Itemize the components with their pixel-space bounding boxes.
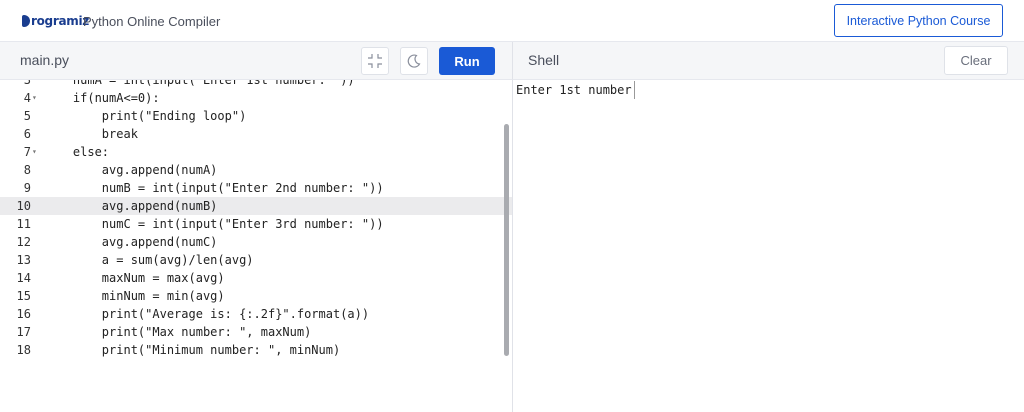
editor-toolbar: main.py Run xyxy=(0,42,512,80)
dark-mode-moon-icon xyxy=(407,54,421,68)
code-line[interactable]: 13 a = sum(avg)/len(avg) xyxy=(0,251,512,269)
line-number: 18 xyxy=(16,343,31,357)
code-text: numC = int(input("Enter 3rd number: ")) xyxy=(44,217,384,231)
code-line[interactable]: 8 avg.append(numA) xyxy=(0,161,512,179)
fullscreen-exit-icon xyxy=(368,54,382,68)
shell-output-panel[interactable]: Enter 1st number xyxy=(512,80,1024,412)
line-number: 5 xyxy=(23,109,31,123)
code-text: minNum = min(avg) xyxy=(44,289,225,303)
code-line[interactable]: 10 avg.append(numB) xyxy=(0,197,512,215)
code-line[interactable]: 6 break xyxy=(0,125,512,143)
line-number: 3 xyxy=(23,80,31,87)
code-text: print("Minimum number: ", minNum) xyxy=(44,343,341,357)
code-line[interactable]: 18 print("Minimum number: ", minNum) xyxy=(0,341,512,359)
code-text: maxNum = max(avg) xyxy=(44,271,225,285)
code-text: avg.append(numA) xyxy=(44,163,218,177)
code-text: avg.append(numB) xyxy=(44,199,218,213)
line-number: 9 xyxy=(23,181,31,195)
code-line[interactable]: 14 maxNum = max(avg) xyxy=(0,269,512,287)
code-text: print("Ending loop") xyxy=(44,109,247,123)
code-text: numA = int(input("Enter 1st number: ")) xyxy=(44,80,355,87)
line-number: 6 xyxy=(23,127,31,141)
code-editor[interactable]: 18 print("Minimum number: ", minNum) 17 p… xyxy=(0,80,512,412)
code-line[interactable]: 4 ▾ if(numA<=0): xyxy=(0,89,512,107)
app-title: Python Online Compiler xyxy=(83,14,221,29)
code-line[interactable]: 12 avg.append(numC) xyxy=(0,233,512,251)
code-line[interactable]: 9 numB = int(input("Enter 2nd number: ")… xyxy=(0,179,512,197)
code-text: a = sum(avg)/len(avg) xyxy=(44,253,254,267)
line-number: 4 xyxy=(23,91,31,105)
fold-arrow-icon[interactable]: ▾ xyxy=(32,89,37,107)
code-line[interactable]: 11 numC = int(input("Enter 3rd number: "… xyxy=(0,215,512,233)
file-tab-main-py[interactable]: main.py xyxy=(20,52,69,68)
line-number: 17 xyxy=(16,325,31,339)
clear-button[interactable]: Clear xyxy=(944,46,1008,75)
code-line[interactable]: 5 print("Ending loop") xyxy=(0,107,512,125)
top-bar: rogramiz Python Online Compiler Interact… xyxy=(0,0,1024,42)
code-text: print("Average is: {:.2f}".format(a)) xyxy=(44,307,370,321)
line-number: 11 xyxy=(16,217,31,231)
fullscreen-exit-button[interactable] xyxy=(361,47,389,75)
code-text: avg.append(numC) xyxy=(44,235,218,249)
fold-arrow-icon[interactable]: ▾ xyxy=(32,143,37,161)
code-line[interactable]: 15 minNum = min(avg) xyxy=(0,287,512,305)
shell-title: Shell xyxy=(528,52,560,68)
line-number: 16 xyxy=(16,307,31,321)
code-text: if(numA<=0): xyxy=(44,91,160,105)
line-number: 15 xyxy=(16,289,31,303)
shell-output-text: Enter 1st number xyxy=(516,81,635,99)
line-number: 14 xyxy=(16,271,31,285)
shell-toolbar: Shell Clear xyxy=(512,42,1024,80)
line-number: 13 xyxy=(16,253,31,267)
code-line[interactable]: 16 print("Average is: {:.2f}".format(a)) xyxy=(0,305,512,323)
interactive-python-course-button[interactable]: Interactive Python Course xyxy=(834,4,1003,37)
code-text: break xyxy=(44,127,138,141)
run-button[interactable]: Run xyxy=(439,47,495,75)
line-number: 8 xyxy=(23,163,31,177)
logo-text: rogramiz xyxy=(31,14,89,28)
code-line[interactable]: 17 print("Max number: ", maxNum) xyxy=(0,323,512,341)
line-number: 12 xyxy=(16,235,31,249)
code-line[interactable]: 3 numA = int(input("Enter 1st number: ")… xyxy=(0,80,512,89)
code-line[interactable]: 7 ▾ else: xyxy=(0,143,512,161)
programiz-logo[interactable]: rogramiz xyxy=(22,11,89,31)
line-number: 10 xyxy=(16,199,31,213)
code-text: print("Max number: ", maxNum) xyxy=(44,325,312,339)
line-number: 7 xyxy=(23,145,31,159)
code-text: else: xyxy=(44,145,110,159)
programiz-logo-icon xyxy=(22,15,30,27)
dark-mode-toggle[interactable] xyxy=(400,47,428,75)
editor-scrollbar[interactable] xyxy=(504,124,509,356)
code-text: numB = int(input("Enter 2nd number: ")) xyxy=(44,181,384,195)
